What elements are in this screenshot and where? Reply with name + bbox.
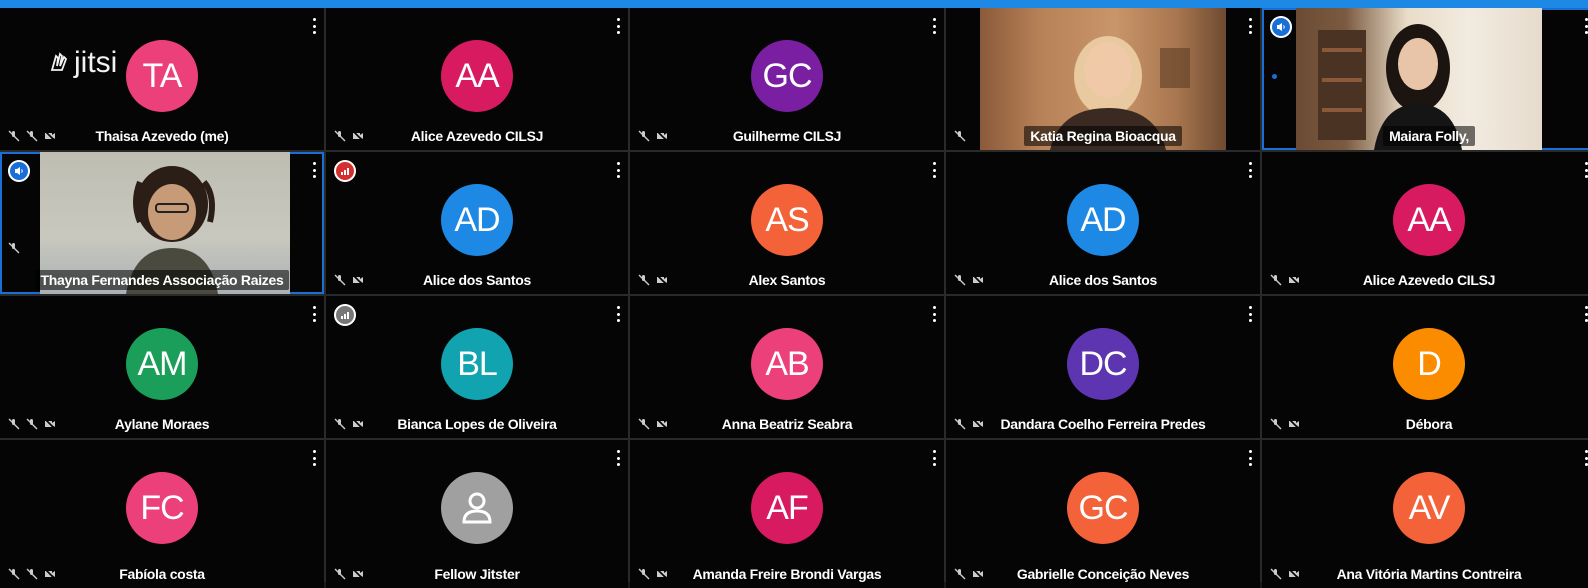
avatar: AF xyxy=(751,472,823,544)
avatar: AB xyxy=(751,328,823,400)
avatar xyxy=(441,472,513,544)
status-dot xyxy=(1272,74,1277,79)
participant-name: Thaisa Azevedo (me) xyxy=(95,128,229,144)
avatar: BL xyxy=(441,328,513,400)
participant-tile[interactable]: AB Anna Beatriz Seabra xyxy=(630,296,944,438)
more-options-icon[interactable] xyxy=(1248,18,1252,34)
speaker-icon xyxy=(15,167,23,175)
participant-tile[interactable]: D Débora xyxy=(1262,296,1588,438)
participant-tile[interactable]: FC Fabíola costa xyxy=(0,440,324,588)
signal-bars-icon xyxy=(341,312,349,319)
more-options-icon[interactable] xyxy=(312,162,316,178)
participant-tile[interactable]: AA Alice Azevedo CILSJ xyxy=(1262,152,1588,294)
more-options-icon[interactable] xyxy=(1584,18,1588,34)
more-options-icon[interactable] xyxy=(1248,450,1252,466)
more-options-icon[interactable] xyxy=(616,18,620,34)
participant-tile[interactable]: AV Ana Vitória Martins Contreira xyxy=(1262,440,1588,588)
more-options-icon[interactable] xyxy=(932,306,936,322)
avatar: FC xyxy=(126,472,198,544)
participant-name: Fabíola costa xyxy=(119,566,205,582)
speaker-icon xyxy=(1277,23,1285,31)
avatar: AD xyxy=(441,184,513,256)
avatar: AM xyxy=(126,328,198,400)
participant-tile[interactable]: AD Alice dos Santos xyxy=(946,152,1260,294)
participant-name: Anna Beatriz Seabra xyxy=(721,416,853,432)
dominant-speaker-badge xyxy=(1270,16,1292,38)
more-options-icon[interactable] xyxy=(312,450,316,466)
participant-name: Alice Azevedo CILSJ xyxy=(410,128,544,144)
more-options-icon[interactable] xyxy=(1584,450,1588,466)
participant-tile[interactable]: AD Alice dos Santos xyxy=(326,152,628,294)
more-options-icon[interactable] xyxy=(312,306,316,322)
participant-tile-video[interactable]: Maiara Folly, xyxy=(1262,8,1588,150)
participant-name: Alice dos Santos xyxy=(1048,272,1157,288)
participant-name: Bianca Lopes de Oliveira xyxy=(397,416,557,432)
participant-tile[interactable]: BL Bianca Lopes de Oliveira xyxy=(326,296,628,438)
participant-name: Guilherme CILSJ xyxy=(732,128,842,144)
participant-tile[interactable]: jitsi TA Thaisa Azevedo (me) xyxy=(0,8,324,150)
top-accent-bar xyxy=(0,0,1588,8)
user-placeholder-icon xyxy=(462,492,492,524)
participant-tile-video[interactable]: Katia Regina Bioacqua xyxy=(946,8,1260,150)
mic-muted-icon xyxy=(8,242,20,254)
avatar: AA xyxy=(441,40,513,112)
more-options-icon[interactable] xyxy=(932,162,936,178)
participant-tile[interactable]: AS Alex Santos xyxy=(630,152,944,294)
participant-name: Débora xyxy=(1405,416,1453,432)
participant-tile[interactable]: GC Gabrielle Conceição Neves xyxy=(946,440,1260,588)
more-options-icon[interactable] xyxy=(616,450,620,466)
jitsi-hand-icon xyxy=(50,52,68,71)
participant-name: Fellow Jitster xyxy=(434,566,520,582)
participant-tile[interactable]: AF Amanda Freire Brondi Vargas xyxy=(630,440,944,588)
participant-name: Thayna Fernandes Associação Raizes xyxy=(0,270,324,290)
avatar: AV xyxy=(1393,472,1465,544)
avatar: D xyxy=(1393,328,1465,400)
avatar: TA xyxy=(126,40,198,112)
participant-name: Alex Santos xyxy=(748,272,826,288)
participant-name: Dandara Coelho Ferreira Predes xyxy=(1000,416,1206,432)
avatar: GC xyxy=(1067,472,1139,544)
participant-name: Maiara Folly, xyxy=(1262,126,1588,146)
jitsi-logo: jitsi xyxy=(48,46,117,80)
participant-tile[interactable]: Fellow Jitster xyxy=(326,440,628,588)
more-options-icon[interactable] xyxy=(616,162,620,178)
dominant-speaker-badge xyxy=(8,160,30,182)
participant-grid: jitsi TA Thaisa Azevedo (me) AA Alice Az… xyxy=(0,8,1588,588)
more-options-icon[interactable] xyxy=(932,18,936,34)
participant-name: Alice Azevedo CILSJ xyxy=(1362,272,1496,288)
participant-tile[interactable]: AM Aylane Moraes xyxy=(0,296,324,438)
more-options-icon[interactable] xyxy=(932,450,936,466)
more-options-icon[interactable] xyxy=(1584,162,1588,178)
avatar: AA xyxy=(1393,184,1465,256)
more-options-icon[interactable] xyxy=(1248,306,1252,322)
more-options-icon[interactable] xyxy=(312,18,316,34)
participant-name: Aylane Moraes xyxy=(114,416,210,432)
participant-name: Ana Vitória Martins Contreira xyxy=(1336,566,1522,582)
more-options-icon[interactable] xyxy=(616,306,620,322)
participant-name: Gabrielle Conceição Neves xyxy=(1016,566,1190,582)
avatar: AD xyxy=(1067,184,1139,256)
status-icons xyxy=(8,242,20,254)
connection-quality-badge xyxy=(334,160,356,182)
logo-text: jitsi xyxy=(74,46,118,79)
signal-bars-icon xyxy=(341,168,349,175)
participant-tile-video[interactable]: Thayna Fernandes Associação Raizes xyxy=(0,152,324,294)
more-options-icon[interactable] xyxy=(1248,162,1252,178)
connection-quality-badge xyxy=(334,304,356,326)
participant-name: Katia Regina Bioacqua xyxy=(946,126,1260,146)
participant-name: Alice dos Santos xyxy=(422,272,531,288)
participant-name: Amanda Freire Brondi Vargas xyxy=(692,566,882,582)
participant-tile[interactable]: AA Alice Azevedo CILSJ xyxy=(326,8,628,150)
participant-tile[interactable]: GC Guilherme CILSJ xyxy=(630,8,944,150)
avatar: DC xyxy=(1067,328,1139,400)
participant-tile[interactable]: DC Dandara Coelho Ferreira Predes xyxy=(946,296,1260,438)
more-options-icon[interactable] xyxy=(1584,306,1588,322)
avatar: AS xyxy=(751,184,823,256)
avatar: GC xyxy=(751,40,823,112)
